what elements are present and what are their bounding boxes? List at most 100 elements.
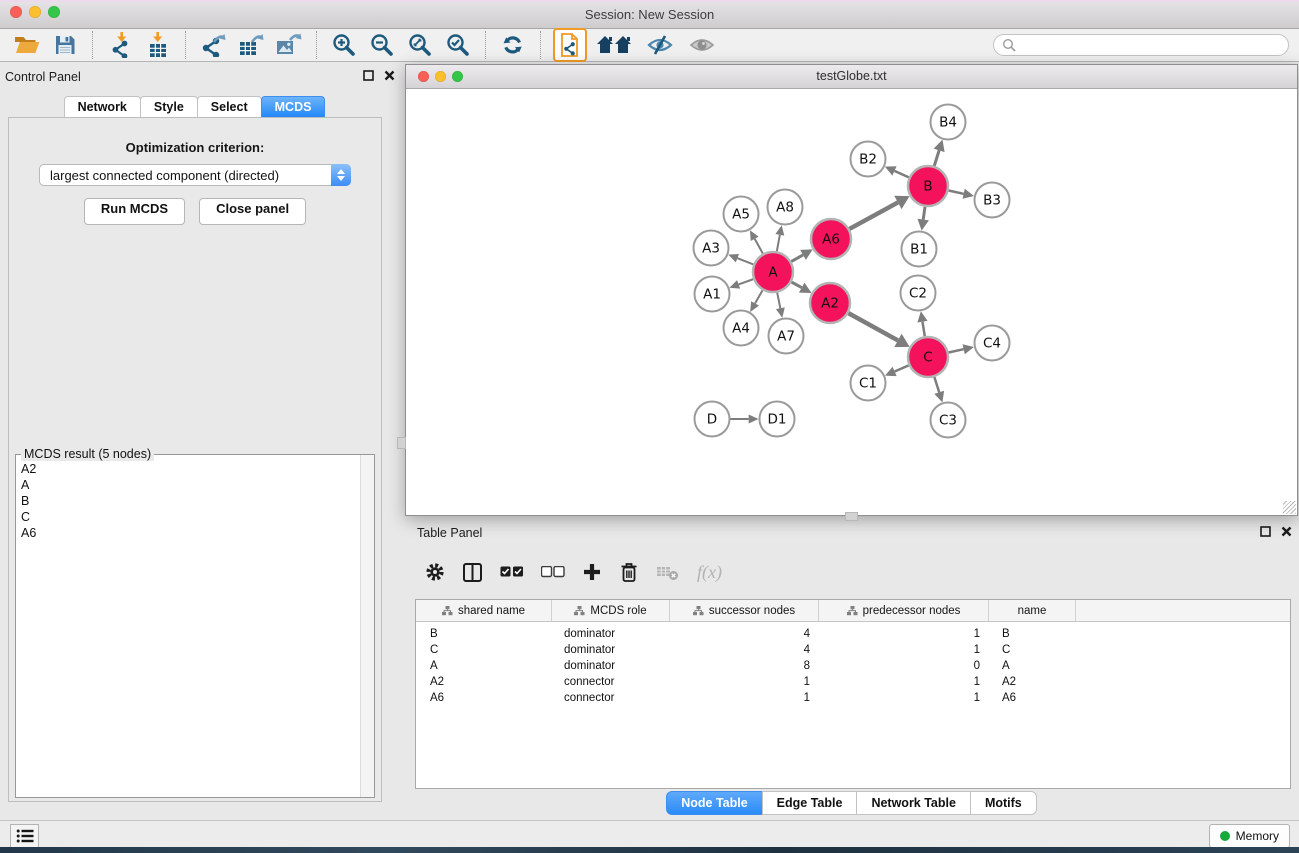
hide-graphics-details-button[interactable] [640,31,680,59]
column-header-successor-nodes[interactable]: successor nodes [670,600,819,621]
graph-node-C[interactable]: C [908,337,948,377]
table-cell[interactable]: 0 [819,660,989,672]
graph-node-D1[interactable]: D1 [760,402,795,437]
table-row[interactable]: A2connector11A2 [416,674,1290,690]
tab-mcds[interactable]: MCDS [261,96,326,117]
graph-edge-A-A5[interactable] [755,239,763,254]
table-cell[interactable]: dominator [552,660,670,672]
graph-node-A2[interactable]: A2 [810,283,850,323]
table-cell[interactable]: C [989,644,1076,656]
graph-edge-B-B3[interactable] [949,190,964,193]
mcds-result-item[interactable]: A2 [17,461,360,477]
graph-edge-A-A3[interactable] [737,258,753,264]
column-header-shared-name[interactable]: shared name [416,600,552,621]
table-cell[interactable]: A2 [416,676,552,688]
table-cell[interactable]: A [989,660,1076,672]
float-table-panel-icon[interactable] [1260,526,1271,537]
optimization-criterion-select[interactable]: largest connected component (directed) [39,164,351,186]
vertical-divider-handle[interactable] [397,437,406,449]
graph-node-B1[interactable]: B1 [902,232,937,267]
save-session-button[interactable] [49,31,81,59]
close-table-panel-icon[interactable] [1281,526,1292,537]
run-mcds-button[interactable]: Run MCDS [84,198,185,225]
graph-edge-B-B2[interactable] [894,171,908,177]
table-cell[interactable]: B [989,628,1076,640]
tab-edge-table[interactable]: Edge Table [762,791,858,815]
search-field[interactable] [993,34,1289,56]
close-panel-button[interactable]: Close panel [199,198,306,225]
graph-edge-A-A1[interactable] [739,279,754,284]
window-resize-grip[interactable] [1283,501,1296,514]
table-cell[interactable]: B [416,628,552,640]
table-cell[interactable]: 1 [819,628,989,640]
column-header-predecessor-nodes[interactable]: predecessor nodes [819,600,989,621]
graph-node-A7[interactable]: A7 [769,319,804,354]
table-cell[interactable]: 4 [670,644,819,656]
table-cell[interactable]: A [416,660,552,672]
table-cell[interactable]: 1 [819,692,989,704]
export-image-button[interactable] [273,31,305,59]
network-canvas[interactable]: B4B2BB3A8A5A6A3B1AC2A1A2A4A7C4CC1DC3D1 [406,89,1297,515]
graph-node-B3[interactable]: B3 [975,183,1010,218]
export-table-button[interactable] [235,31,267,59]
column-header-MCDS-role[interactable]: MCDS role [552,600,670,621]
network-graph[interactable]: B4B2BB3A8A5A6A3B1AC2A1A2A4A7C4CC1DC3D1 [406,89,1297,515]
graph-node-C3[interactable]: C3 [931,403,966,438]
table-row[interactable]: A6connector11A6 [416,690,1290,706]
table-cell[interactable]: A6 [416,692,552,704]
import-table-button[interactable] [142,31,174,59]
export-network-button[interactable] [197,31,229,59]
graph-edge-C-C3[interactable] [934,377,939,392]
table-cell[interactable]: C [416,644,552,656]
horizontal-divider-handle[interactable] [845,512,858,521]
graph-node-A5[interactable]: A5 [724,197,759,232]
table-cell[interactable]: 1 [819,644,989,656]
table-cell[interactable]: 4 [670,628,819,640]
tab-node-table[interactable]: Node Table [666,791,762,815]
close-panel-icon[interactable] [384,70,395,81]
table-cell[interactable]: 1 [670,692,819,704]
create-network-from-file-button[interactable] [553,28,587,62]
mcds-result-scrollbar[interactable] [360,455,374,797]
table-row[interactable]: Bdominator41B [416,626,1290,642]
table-cell[interactable]: 1 [670,676,819,688]
network-window-titlebar[interactable]: testGlobe.txt [406,65,1297,89]
import-network-button[interactable] [104,31,136,59]
graph-edge-C-C1[interactable] [895,365,909,371]
graph-edge-A-A8[interactable] [777,235,780,252]
home-button[interactable] [594,31,634,59]
show-graphics-details-button[interactable] [686,31,718,59]
mcds-result-item[interactable]: A [17,477,360,493]
zoom-fit-button[interactable] [404,31,436,59]
tab-network-table[interactable]: Network Table [856,791,971,815]
table-cell[interactable]: 8 [670,660,819,672]
table-cell[interactable]: dominator [552,628,670,640]
table-cell[interactable]: 1 [819,676,989,688]
graph-edge-B-B4[interactable] [934,150,939,166]
select-all-icon[interactable] [500,566,524,578]
deselect-all-icon[interactable] [541,566,565,578]
mcds-result-list[interactable]: A2ABCA6 [17,461,360,796]
graph-edge-A-A7[interactable] [777,293,780,309]
table-cell[interactable]: connector [552,676,670,688]
float-panel-icon[interactable] [363,70,374,81]
table-settings-gear-icon[interactable] [425,562,445,582]
table-row[interactable]: Cdominator41C [416,642,1290,658]
mcds-result-item[interactable]: B [17,493,360,509]
refresh-view-button[interactable] [497,31,529,59]
open-session-button[interactable] [11,31,43,59]
show-panel-list-button[interactable] [10,824,39,848]
tab-select[interactable]: Select [197,96,262,117]
graph-node-A1[interactable]: A1 [695,277,730,312]
graph-node-A6[interactable]: A6 [811,219,851,259]
graph-node-C2[interactable]: C2 [901,276,936,311]
table-cell[interactable]: dominator [552,644,670,656]
column-header-name[interactable]: name [989,600,1076,621]
graph-node-D[interactable]: D [695,402,730,437]
graph-edge-A-A2[interactable] [791,282,801,288]
delete-column-trash-icon[interactable] [619,561,639,583]
graph-node-B2[interactable]: B2 [851,142,886,177]
tab-network[interactable]: Network [64,96,141,117]
graph-edge-B-B1[interactable] [923,207,925,220]
graph-edge-A2-C[interactable] [848,313,898,340]
